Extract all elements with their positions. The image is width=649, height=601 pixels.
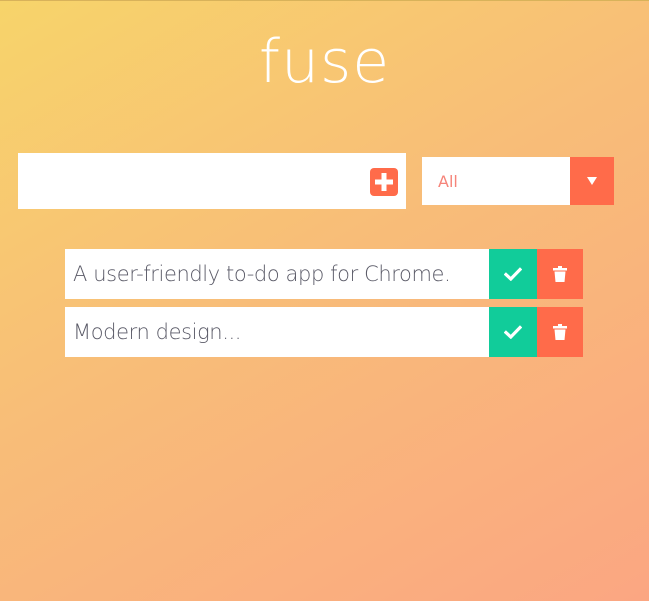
trash-icon	[553, 266, 567, 282]
top-border	[0, 0, 649, 1]
complete-todo-button[interactable]	[489, 249, 537, 299]
filter-dropdown-toggle[interactable]	[570, 157, 614, 205]
todo-item: Modern design...	[65, 307, 583, 357]
todo-item: A user-friendly to-do app for Chrome.	[65, 249, 583, 299]
app-title: fuse	[258, 27, 391, 97]
delete-todo-button[interactable]	[537, 249, 583, 299]
caret-down-icon	[587, 177, 597, 185]
complete-todo-button[interactable]	[489, 307, 537, 357]
check-icon	[504, 325, 522, 339]
todo-list: A user-friendly to-do app for Chrome. Mo…	[65, 249, 583, 365]
check-icon	[504, 267, 522, 281]
filter-select[interactable]: All	[422, 157, 614, 205]
new-todo-input[interactable]	[18, 153, 358, 209]
todo-text[interactable]: A user-friendly to-do app for Chrome.	[65, 249, 489, 299]
filter-selected-value: All	[438, 172, 458, 191]
todo-text[interactable]: Modern design...	[65, 307, 489, 357]
new-todo-form	[18, 153, 406, 209]
delete-todo-button[interactable]	[537, 307, 583, 357]
plus-icon	[375, 173, 393, 191]
trash-icon	[553, 324, 567, 340]
add-todo-button[interactable]	[370, 168, 398, 196]
